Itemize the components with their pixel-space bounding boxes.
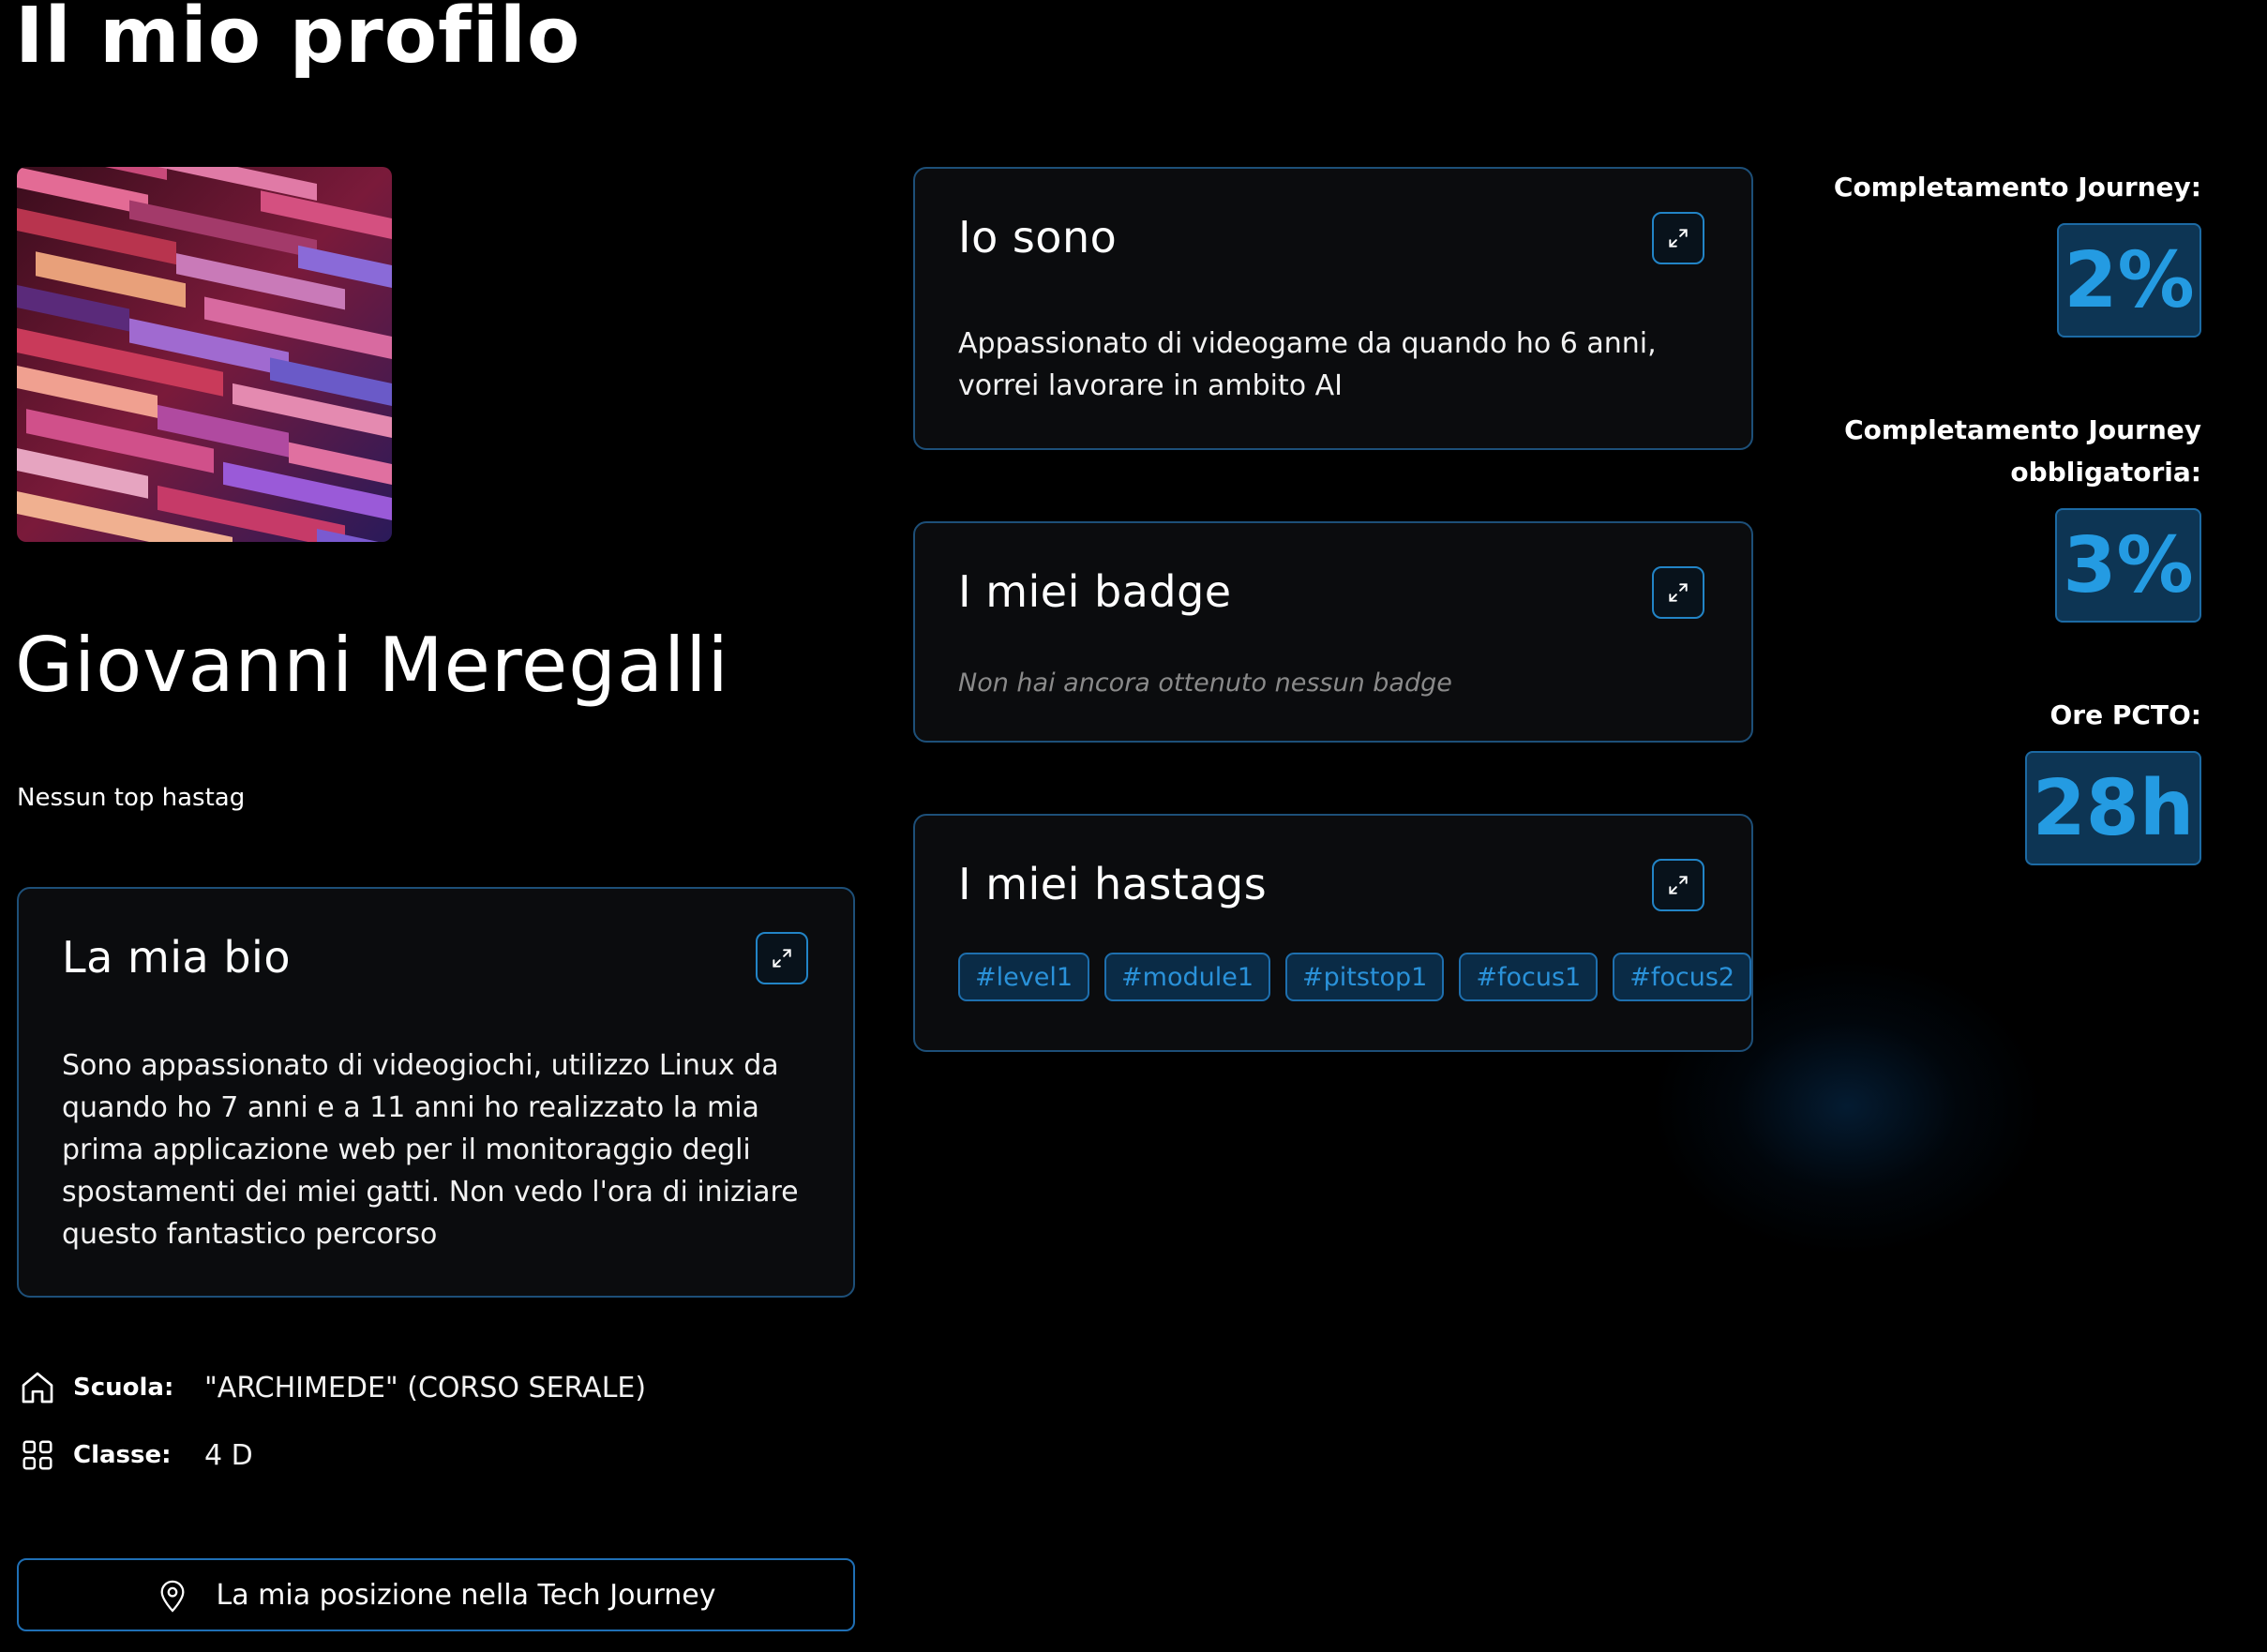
iam-text: Appassionato di videogame da quando ho 6… [958, 327, 1657, 402]
mandatory-journey-label-line1: Completamento Journey [1844, 414, 2201, 445]
hashtag-expand-button[interactable] [1652, 859, 1704, 911]
page-title: Il mio profilo [15, 0, 581, 81]
hashtag-chip[interactable]: #focus2 [1613, 953, 1752, 1001]
hashtag-chip[interactable]: #level1 [958, 953, 1090, 1001]
iam-card: Io sono Appassionato di videogame da qua… [913, 167, 1753, 450]
user-name: Giovanni Meregalli [15, 622, 729, 709]
class-label: Classe: [73, 1441, 172, 1469]
iam-expand-button[interactable] [1652, 212, 1704, 264]
hashtag-chip[interactable]: #module1 [1104, 953, 1271, 1001]
location-pin-icon [160, 1580, 184, 1613]
expand-icon [1669, 229, 1688, 248]
top-hashtag-text: Nessun top hastag [17, 784, 246, 812]
expand-icon [1669, 876, 1688, 894]
hashtag-chip[interactable]: #pitstop1 [1285, 953, 1445, 1001]
badge-expand-button[interactable] [1652, 566, 1704, 619]
pcto-hours-label: Ore PCTO: [2049, 699, 2201, 730]
school-row: Scuola: "ARCHIMEDE" (CORSO SERALE) [17, 1367, 646, 1408]
journey-completion-value: 2% [2057, 223, 2201, 338]
hashtag-chip[interactable]: #focus1 [1459, 953, 1599, 1001]
avatar [17, 167, 392, 542]
class-row: Classe: 4 D [17, 1434, 253, 1476]
iam-card-title: Io sono [958, 212, 1118, 263]
tech-journey-button-label: La mia posizione nella Tech Journey [216, 1578, 716, 1612]
avatar-image [17, 167, 392, 542]
journey-completion-label: Completamento Journey: [1833, 172, 2201, 203]
bio-expand-button[interactable] [756, 932, 808, 984]
hashtag-card: I miei hastags #level1 #module1 #pitstop… [913, 814, 1753, 1052]
mandatory-journey-label: Completamento Journey obbligatoria: [1844, 409, 2201, 493]
expand-icon [773, 949, 791, 968]
badge-card-title: I miei badge [958, 566, 1232, 617]
mandatory-journey-value: 3% [2055, 508, 2201, 623]
bio-card-title: La mia bio [62, 932, 291, 983]
bio-card: La mia bio Sono appassionato di videogio… [17, 887, 855, 1298]
expand-icon [1669, 583, 1688, 602]
pcto-hours-value: 28h [2025, 751, 2201, 865]
school-value: "ARCHIMEDE" (CORSO SERALE) [204, 1371, 647, 1404]
grid-icon [17, 1434, 58, 1476]
bio-text: Sono appassionato di videogiochi, utiliz… [62, 1049, 799, 1251]
school-label: Scuola: [73, 1374, 174, 1402]
class-value: 4 D [204, 1438, 253, 1472]
hashtag-list: #level1 #module1 #pitstop1 #focus1 #focu… [958, 953, 1752, 1001]
tech-journey-position-button[interactable]: La mia posizione nella Tech Journey [17, 1558, 855, 1631]
hashtag-card-title: I miei hastags [958, 859, 1268, 909]
badge-card: I miei badge Non hai ancora ottenuto nes… [913, 521, 1753, 743]
badge-empty-text: Non hai ancora ottenuto nessun badge [958, 668, 1452, 698]
mandatory-journey-label-line2: obbligatoria: [2010, 457, 2201, 488]
home-icon [17, 1367, 58, 1408]
